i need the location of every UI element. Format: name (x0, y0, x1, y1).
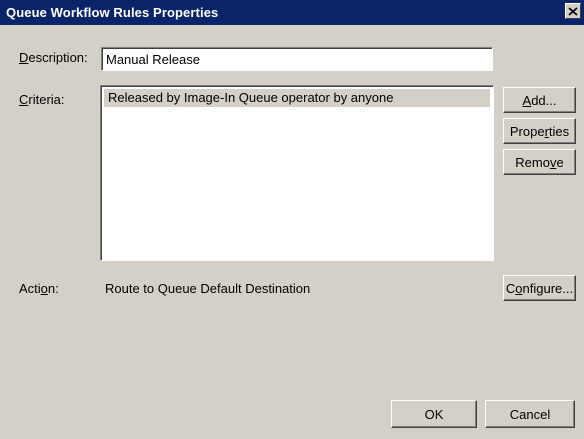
queue-workflow-rules-dialog: Queue Workflow Rules Properties Descript… (0, 0, 584, 439)
action-label-post: n: (47, 281, 59, 296)
cancel-button[interactable]: Cancel (485, 400, 575, 428)
criteria-label-post: riteria: (28, 92, 65, 107)
action-label-accel: o (40, 281, 48, 296)
remove-button-pre: Remo (515, 154, 550, 170)
action-label-pre: Acti (19, 281, 41, 296)
ok-button[interactable]: OK (391, 400, 477, 428)
configure-button-pre: C (505, 280, 516, 296)
properties-button[interactable]: Prope r ties (503, 118, 576, 144)
title-bar[interactable]: Queue Workflow Rules Properties (0, 0, 584, 25)
add-button[interactable]: Add... (503, 87, 576, 113)
criteria-label: Criteria: (19, 92, 65, 107)
criteria-list[interactable]: Released by Image-In Queue operator by a… (100, 85, 494, 261)
description-label-post: escription: (28, 50, 88, 65)
configure-button[interactable]: Co nfigure... (503, 275, 576, 301)
list-item-label: Released by Image-In Queue operator by a… (108, 90, 394, 105)
description-field[interactable] (101, 47, 493, 71)
properties-button-pre: Prope (509, 123, 545, 139)
close-button[interactable] (565, 3, 581, 19)
list-item[interactable]: Released by Image-In Queue operator by a… (104, 89, 490, 107)
add-button-accel: A (522, 92, 532, 108)
description-label: Description: (19, 50, 88, 65)
description-input[interactable] (102, 48, 492, 70)
action-label: Action: (19, 281, 59, 296)
configure-button-accel: o (515, 280, 523, 296)
add-button-post: dd... (531, 92, 557, 108)
window-title: Queue Workflow Rules Properties (6, 5, 219, 20)
description-label-accel: D (19, 50, 29, 65)
remove-button-post: e (556, 154, 564, 170)
close-icon (568, 6, 578, 16)
action-value: Route to Queue Default Destination (105, 281, 311, 296)
configure-button-post: nfigure... (522, 280, 574, 296)
properties-button-post: ties (548, 123, 570, 139)
remove-button[interactable]: Remo v e (503, 149, 576, 175)
criteria-label-accel: C (19, 92, 29, 107)
